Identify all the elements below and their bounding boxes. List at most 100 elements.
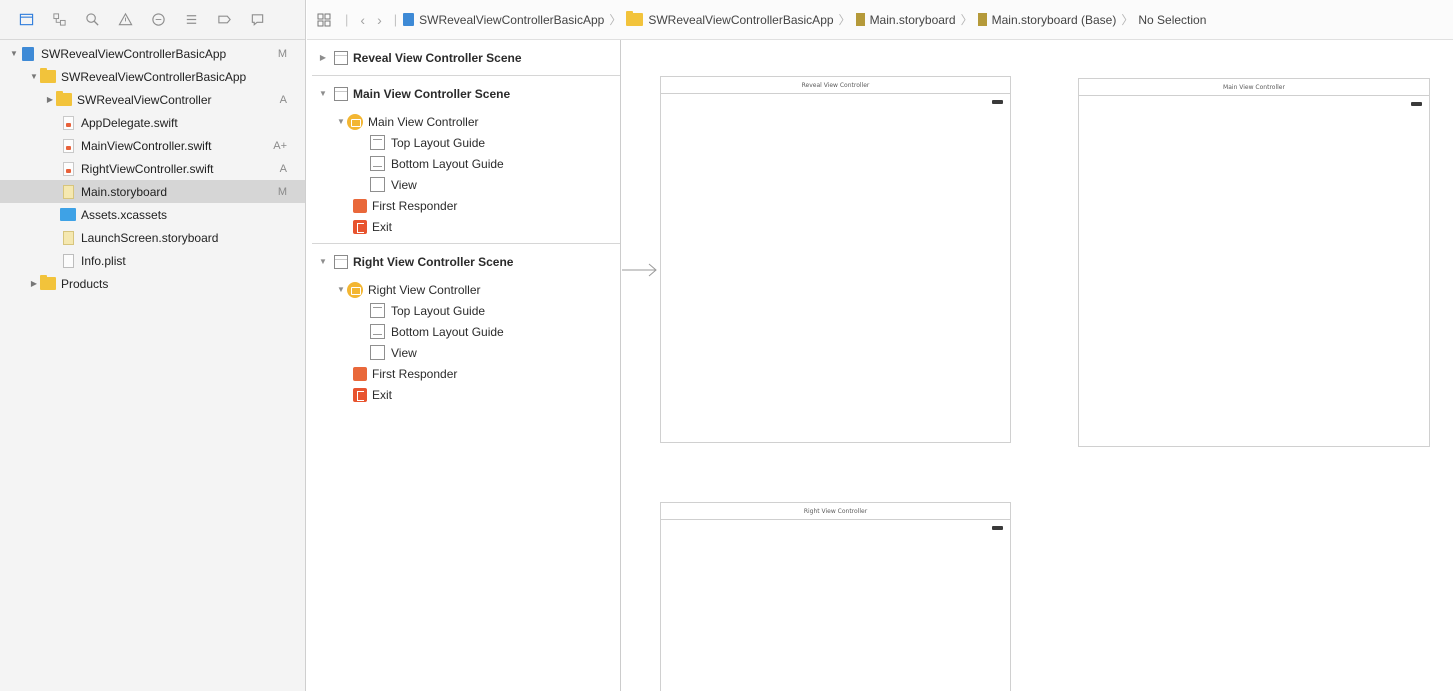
scm-status: A	[279, 93, 287, 106]
tree-item-appdelegate[interactable]: AppDelegate.swift	[0, 111, 305, 134]
scm-status: A+	[273, 139, 287, 152]
battery-icon	[1411, 102, 1422, 106]
swift-file-icon	[60, 115, 76, 130]
source-control-icon[interactable]	[49, 10, 69, 30]
related-items-icon[interactable]	[317, 13, 331, 27]
layout-guide-icon	[370, 156, 385, 171]
scene-header[interactable]: ▼ Main View Controller Scene	[307, 76, 620, 111]
outline-item-first-responder[interactable]: First Responder	[307, 363, 620, 384]
tree-item-label: Products	[61, 276, 109, 291]
right-view-controller-frame[interactable]: Right View Controller	[660, 502, 1011, 691]
chevron-right-icon: 〉	[1121, 13, 1134, 27]
breadcrumb-label: Main.storyboard	[869, 12, 956, 27]
folder-icon	[40, 68, 56, 84]
scm-status: M	[277, 185, 287, 198]
breadcrumb-selection[interactable]: No Selection	[1138, 13, 1206, 27]
asset-catalog-icon	[60, 208, 76, 222]
main-view-controller-frame[interactable]: Main View Controller	[1078, 78, 1430, 447]
tree-item-project[interactable]: ▼ SWRevealViewControllerBasicApp M	[0, 42, 305, 65]
outline-item-exit[interactable]: Exit	[307, 216, 620, 237]
disclosure-collapsed-icon[interactable]: ▶	[317, 53, 329, 62]
tree-item-label: SWRevealViewController	[77, 92, 212, 107]
scene-right-view-controller: ▼ Right View Controller Scene ▼ Right Vi…	[307, 244, 620, 405]
layout-guide-icon	[370, 135, 385, 150]
tree-item-rightviewcontroller[interactable]: RightViewController.swift A	[0, 157, 305, 180]
tree-item-assets[interactable]: Assets.xcassets	[0, 203, 305, 226]
tree-item-launchscreen[interactable]: LaunchScreen.storyboard	[0, 226, 305, 249]
folder-icon	[40, 275, 56, 291]
forward-arrow-icon[interactable]: ›	[377, 12, 382, 28]
tree-item-label: SWRevealViewControllerBasicApp	[61, 69, 247, 84]
outline-item-label: Main View Controller	[368, 114, 479, 129]
disclosure-expanded-icon[interactable]: ▼	[317, 257, 329, 266]
breadcrumb-group[interactable]: SWRevealViewControllerBasicApp	[626, 11, 834, 27]
outline-item-view-controller[interactable]: ▼ Main View Controller	[307, 111, 620, 132]
tree-item-info-plist[interactable]: Info.plist	[0, 249, 305, 272]
divider: |	[393, 12, 398, 27]
outline-item-label: Exit	[372, 219, 393, 234]
debug-navigator-icon[interactable]	[181, 10, 201, 30]
scene-header[interactable]: ▶ Reveal View Controller Scene	[307, 40, 620, 75]
tree-item-label: Assets.xcassets	[81, 207, 168, 222]
first-responder-icon	[353, 198, 367, 213]
tree-item-label: Info.plist	[81, 253, 126, 268]
outline-item-bottom-layout-guide[interactable]: Bottom Layout Guide	[307, 321, 620, 342]
project-navigator-icon[interactable]	[16, 10, 36, 30]
chevron-right-icon: 〉	[609, 13, 622, 27]
tree-item-mainviewcontroller[interactable]: MainViewController.swift A+	[0, 134, 305, 157]
swift-file-icon	[60, 161, 76, 176]
outline-item-label: Right View Controller	[368, 282, 481, 297]
swift-file-icon	[60, 138, 76, 153]
scene-icon	[334, 254, 348, 269]
breadcrumb-project[interactable]: SWRevealViewControllerBasicApp	[403, 13, 604, 27]
reveal-view-controller-frame[interactable]: Reveal View Controller	[660, 76, 1011, 443]
outline-item-bottom-layout-guide[interactable]: Bottom Layout Guide	[307, 153, 620, 174]
outline-item-view-controller[interactable]: ▼ Right View Controller	[307, 279, 620, 300]
disclosure-expanded-icon[interactable]: ▼	[317, 89, 329, 98]
layout-guide-icon	[370, 324, 385, 339]
tree-item-products[interactable]: ▶ Products	[0, 272, 305, 295]
divider: |	[345, 12, 349, 27]
outline-item-exit[interactable]: Exit	[307, 384, 620, 405]
disclosure-expanded-icon[interactable]: ▼	[335, 117, 347, 126]
back-arrow-icon[interactable]: ‹	[360, 12, 365, 28]
breadcrumb-label: SWRevealViewControllerBasicApp	[648, 12, 834, 27]
tree-item-swrevealviewcontroller-folder[interactable]: ▶ SWRevealViewController A	[0, 88, 305, 111]
initial-view-controller-arrow-icon[interactable]	[622, 263, 658, 277]
find-navigator-icon[interactable]	[82, 10, 102, 30]
disclosure-collapsed-icon[interactable]: ▶	[44, 94, 56, 106]
scm-status: M	[277, 47, 287, 60]
outline-item-first-responder[interactable]: First Responder	[307, 195, 620, 216]
disclosure-expanded-icon[interactable]: ▼	[335, 285, 347, 294]
outline-item-label: View	[391, 345, 417, 360]
outline-item-top-layout-guide[interactable]: Top Layout Guide	[307, 300, 620, 321]
breadcrumb-localization[interactable]: Main.storyboard (Base)	[977, 13, 1116, 27]
breakpoint-navigator-icon[interactable]	[214, 10, 234, 30]
breadcrumb-file[interactable]: Main.storyboard	[855, 12, 956, 27]
outline-item-label: View	[391, 177, 417, 192]
tree-item-label: Main.storyboard	[81, 184, 168, 199]
outline-item-view[interactable]: View	[307, 342, 620, 363]
project-navigator: ▼ SWRevealViewControllerBasicApp M ▼ SWR…	[0, 0, 306, 691]
scene-header[interactable]: ▼ Right View Controller Scene	[307, 244, 620, 279]
breadcrumb-label: No Selection	[1138, 12, 1207, 27]
storyboard-canvas[interactable]: Reveal View Controller Main View Control…	[622, 40, 1453, 691]
tree-item-group[interactable]: ▼ SWRevealViewControllerBasicApp	[0, 65, 305, 88]
issue-navigator-icon[interactable]	[115, 10, 135, 30]
outline-item-label: Top Layout Guide	[391, 135, 486, 150]
disclosure-collapsed-icon[interactable]: ▶	[28, 278, 40, 290]
view-icon	[370, 345, 385, 360]
test-navigator-icon[interactable]	[148, 10, 168, 30]
battery-icon	[992, 526, 1003, 530]
disclosure-expanded-icon[interactable]: ▼	[8, 48, 20, 60]
storyboard-file-icon	[977, 13, 987, 26]
exit-icon	[353, 387, 367, 402]
report-navigator-icon[interactable]	[247, 10, 267, 30]
outline-item-label: First Responder	[372, 366, 458, 381]
outline-item-top-layout-guide[interactable]: Top Layout Guide	[307, 132, 620, 153]
navigator-toolbar	[0, 0, 305, 40]
disclosure-expanded-icon[interactable]: ▼	[28, 71, 40, 83]
tree-item-main-storyboard[interactable]: Main.storyboard M	[0, 180, 305, 203]
layout-guide-icon	[370, 303, 385, 318]
outline-item-view[interactable]: View	[307, 174, 620, 195]
